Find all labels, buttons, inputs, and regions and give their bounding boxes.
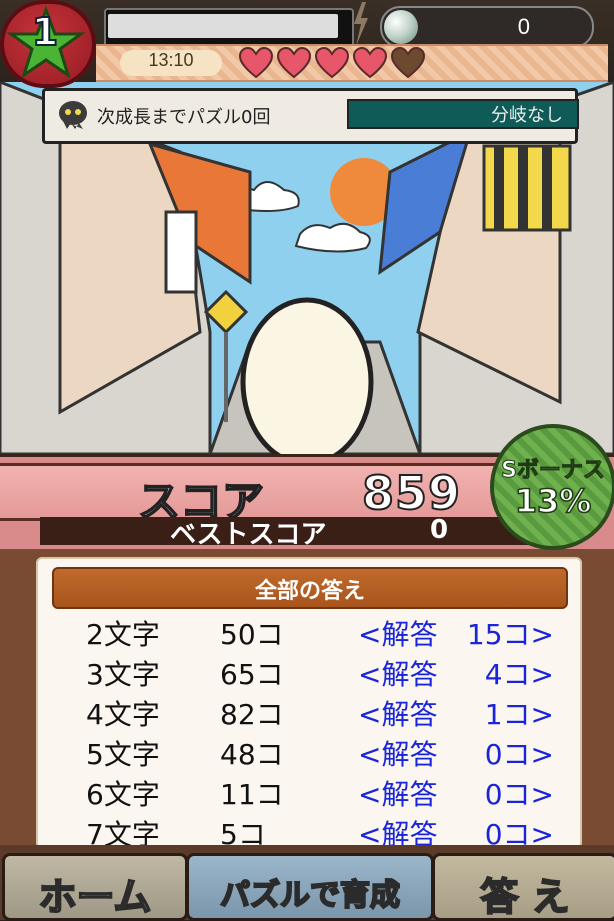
time-display: 13:10 <box>120 50 222 76</box>
answer-count: 50コ <box>220 618 284 651</box>
home-button[interactable]: ホーム <box>2 853 188 921</box>
found-count[interactable]: 0コ> <box>485 813 554 847</box>
heart-full-icon <box>352 46 388 79</box>
answer-row: 3文字 65コ <解答 4コ> <box>38 651 580 691</box>
growth-message: 次成長までパズル0回 <box>97 107 271 128</box>
answer-row: 7文字 5コ <解答 0コ> <box>38 811 580 849</box>
answers-button[interactable]: 答 え <box>432 853 614 921</box>
answer-count: 65コ <box>220 658 284 691</box>
found-count[interactable]: 0コ> <box>485 733 554 773</box>
status-bar: 1 0 13:10 <box>0 0 614 88</box>
level-number: 1 <box>31 9 59 55</box>
ghost-icon <box>59 101 87 129</box>
found-count[interactable]: 0コ> <box>485 773 554 813</box>
level-badge: 1 <box>0 0 96 88</box>
found-count[interactable]: 4コ> <box>485 653 554 693</box>
answer-link[interactable]: <解答 <box>358 653 437 693</box>
answers-panel[interactable]: 全部の答え 2文字 50コ <解答 15コ> 3文字 65コ <解答 4コ> 4… <box>36 557 582 849</box>
answer-count: 82コ <box>220 698 284 731</box>
heart-full-icon <box>314 46 350 79</box>
s-bonus-badge: Sボーナス 13% <box>490 424 614 550</box>
lightning-icon <box>354 2 368 46</box>
s-bonus-label: Sボーナス <box>501 458 606 484</box>
heart-full-icon <box>276 46 312 79</box>
best-score-value: 0 <box>430 515 449 545</box>
score-panel: スコア 859 <box>0 463 563 527</box>
answers-area: 全部の答え 2文字 50コ <解答 15コ> 3文字 65コ <解答 4コ> 4… <box>0 549 614 849</box>
puzzle-train-button-label: パズルで育成 <box>219 877 401 914</box>
answers-button-label: 答 え <box>479 874 570 920</box>
found-count[interactable]: 1コ> <box>485 693 554 733</box>
answers-title: 全部の答え <box>254 579 365 604</box>
info-strip: 13:10 <box>96 44 608 82</box>
word-length: 2文字 <box>86 618 160 651</box>
answer-row: 5文字 48コ <解答 0コ> <box>38 731 580 771</box>
orb-icon <box>384 10 418 44</box>
best-score-label: ベストスコア <box>170 520 327 550</box>
answer-row: 4文字 82コ <解答 1コ> <box>38 691 580 731</box>
word-length: 7文字 <box>86 818 160 849</box>
word-length: 5文字 <box>86 738 160 771</box>
street-scene: 次成長までパズル0回 分岐なし <box>0 82 614 454</box>
puzzle-train-button[interactable]: パズルで育成 <box>186 853 434 921</box>
answer-row: 6文字 11コ <解答 0コ> <box>38 771 580 811</box>
found-count[interactable]: 15コ> <box>467 613 554 653</box>
answer-link[interactable]: <解答 <box>358 613 437 653</box>
branch-status: 分岐なし <box>347 99 579 129</box>
exp-bar <box>104 8 354 48</box>
bottom-nav: ホーム パズルで育成 答 え <box>0 845 614 921</box>
word-length: 4文字 <box>86 698 160 731</box>
exp-fill <box>108 14 338 38</box>
best-score-band: ベストスコア 0 <box>40 515 560 550</box>
answer-link[interactable]: <解答 <box>358 773 437 813</box>
hearts <box>238 46 426 80</box>
answer-count: 5コ <box>220 818 266 849</box>
answer-link[interactable]: <解答 <box>358 733 437 773</box>
orb-counter: 0 <box>380 6 594 48</box>
s-bonus-value: 13% <box>514 481 592 521</box>
answers-header: 全部の答え <box>52 567 568 609</box>
answer-link[interactable]: <解答 <box>358 693 437 733</box>
answer-row: 2文字 50コ <解答 15コ> <box>38 611 580 651</box>
score-value: 859 <box>361 465 462 521</box>
heart-full-icon <box>238 46 274 79</box>
answer-count: 11コ <box>220 778 284 811</box>
word-length: 3文字 <box>86 658 160 691</box>
heart-empty-icon <box>390 46 426 79</box>
word-length: 6文字 <box>86 778 160 811</box>
growth-message-panel: 次成長までパズル0回 分岐なし <box>42 88 579 144</box>
answer-link[interactable]: <解答 <box>358 813 437 847</box>
orb-count: 0 <box>517 14 530 39</box>
home-button-label: ホーム <box>38 874 153 920</box>
answer-count: 48コ <box>220 738 284 771</box>
